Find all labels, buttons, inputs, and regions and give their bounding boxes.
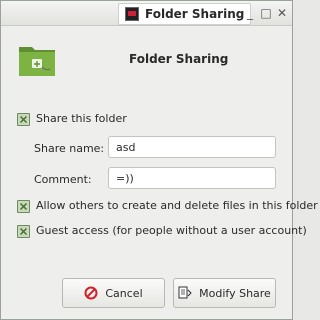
share-folder-label: Share this folder (36, 112, 127, 125)
modify-share-label: Modify Share (199, 286, 271, 300)
minimize-icon[interactable]: _ (243, 6, 257, 20)
folder-sharing-dialog: Folder Sharing _ □ ✕ Folder Sharing Shar… (0, 0, 318, 320)
window-title: Folder Sharing (145, 7, 245, 21)
modify-share-button[interactable]: Modify Share (173, 278, 276, 308)
header-title: Folder Sharing (129, 52, 229, 66)
comment-label: Comment: (34, 173, 92, 186)
share-name-input[interactable]: asd (108, 136, 276, 158)
allow-others-label: Allow others to create and delete files … (36, 199, 318, 212)
guest-access-checkbox[interactable] (17, 225, 30, 238)
share-name-label: Share name: (34, 142, 105, 155)
maximize-icon[interactable]: □ (259, 6, 273, 20)
cancel-icon (84, 286, 98, 300)
allow-others-checkbox[interactable] (17, 200, 30, 213)
cancel-label: Cancel (105, 286, 143, 300)
cancel-button[interactable]: Cancel (62, 278, 165, 308)
title-area: Folder Sharing (118, 3, 252, 25)
comment-input[interactable]: =)) (108, 167, 276, 189)
share-icon (178, 286, 192, 300)
guest-access-label: Guest access (for people without a user … (36, 224, 307, 237)
share-folder-checkbox[interactable] (17, 113, 30, 126)
close-icon[interactable]: ✕ (275, 6, 289, 20)
folder-icon (19, 47, 55, 76)
titlebar[interactable]: Folder Sharing _ □ ✕ (1, 1, 292, 26)
app-icon (125, 7, 139, 21)
